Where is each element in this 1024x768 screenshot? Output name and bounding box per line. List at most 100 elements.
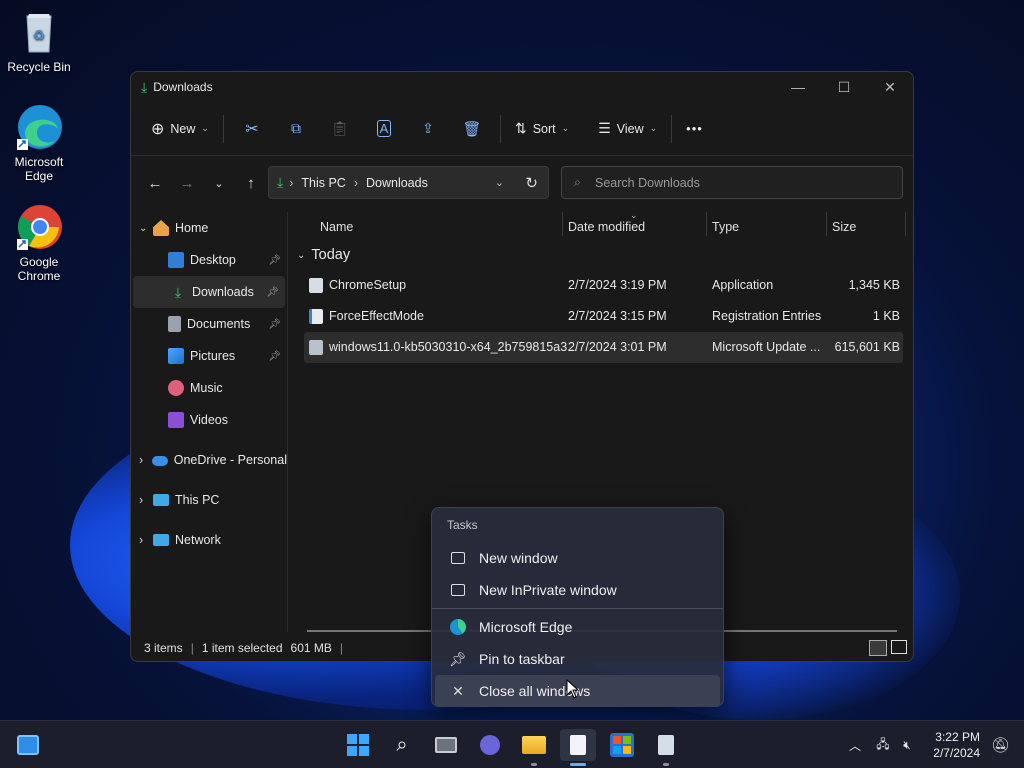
sidebar-item-home[interactable]: ⌄ Home — [131, 212, 287, 244]
sidebar-item-desktop[interactable]: Desktop 📌︎ — [131, 244, 287, 276]
file-row-selected[interactable]: windows11.0-kb5030310-x64_2b759815a3... … — [304, 332, 903, 363]
maximize-button[interactable]: ☐ — [821, 72, 867, 102]
show-hidden-icons-button[interactable]: ︿ — [844, 737, 866, 754]
document-icon — [570, 735, 586, 755]
address-dropdown-button[interactable]: ⌄ — [495, 176, 504, 189]
column-header-type[interactable]: Type — [712, 220, 739, 234]
chat-icon — [480, 735, 500, 755]
cut-button[interactable]: ✂ — [230, 113, 274, 145]
rename-button[interactable]: A — [362, 113, 406, 145]
delete-button[interactable]: 🗑︎ — [450, 113, 494, 145]
details-view-button[interactable] — [869, 640, 887, 656]
jump-list-new-window[interactable]: New window — [435, 542, 720, 574]
arrow-right-icon: → — [179, 174, 195, 192]
task-view-button[interactable] — [428, 729, 464, 761]
desktop-folder-icon — [168, 252, 184, 268]
scissors-icon: ✂ — [245, 120, 259, 138]
chevron-down-icon: ⌄ — [139, 222, 148, 234]
new-button[interactable]: ⊕ New ⌄ — [143, 113, 217, 145]
address-bar[interactable]: ⤓ › This PC › Downloads ⌄ ↻ — [268, 166, 549, 199]
sidebar-item-onedrive[interactable]: › OneDrive - Personal — [131, 444, 287, 476]
column-header-date[interactable]: Date modified — [568, 220, 645, 234]
sidebar-item-videos[interactable]: Videos — [131, 404, 287, 436]
view-label: View — [616, 121, 644, 136]
toolbar-separator — [671, 114, 673, 143]
notepad-button[interactable] — [560, 729, 596, 766]
group-header-today[interactable]: ⌄ Today — [291, 242, 913, 268]
recent-locations-button[interactable]: ⌄ — [203, 167, 235, 199]
pin-icon: 📌︎ — [268, 350, 281, 362]
search-icon: ⌕ — [574, 175, 582, 189]
chevron-down-icon: ⌄ — [214, 177, 224, 190]
sidebar-item-downloads[interactable]: ⤓ Downloads 📌︎ — [133, 276, 285, 308]
music-icon — [168, 380, 184, 396]
status-selected: 1 item selected — [201, 641, 283, 655]
sidebar-item-music[interactable]: Music — [131, 372, 287, 404]
column-separator[interactable] — [826, 212, 827, 236]
view-button[interactable]: ☰ View ⌄ — [590, 113, 665, 145]
widgets-button[interactable] — [10, 729, 46, 761]
up-button[interactable]: ↑ — [235, 167, 267, 199]
sidebar-item-pictures[interactable]: Pictures 📌︎ — [131, 340, 287, 372]
title-bar[interactable]: ⤓ Downloads — ☐ ✕ — [131, 72, 913, 102]
network-icon[interactable]: 🖧︎ — [870, 735, 896, 756]
refresh-button[interactable]: ↻ — [525, 174, 538, 192]
column-separator[interactable] — [562, 212, 563, 236]
search-box[interactable]: ⌕ Search Downloads — [561, 166, 903, 199]
column-separator[interactable] — [706, 212, 707, 236]
active-indicator — [570, 763, 586, 766]
column-header-name[interactable]: Name — [320, 220, 353, 234]
file-row[interactable]: ChromeSetup 2/7/2024 3:19 PM Application… — [291, 270, 913, 301]
microsoft-store-button[interactable] — [604, 729, 640, 761]
file-name: ForceEffectMode — [329, 309, 424, 323]
sidebar-item-label: Pictures — [190, 349, 236, 363]
close-button[interactable]: ✕ — [867, 72, 913, 102]
file-name: ChromeSetup — [329, 278, 407, 292]
chevron-down-icon: ⌄ — [201, 123, 209, 133]
forward-button[interactable]: → — [171, 167, 203, 199]
notifications-button[interactable]: 🔕︎ — [991, 721, 1010, 768]
breadcrumb-this-pc[interactable]: This PC — [301, 176, 345, 190]
search-button[interactable]: ⌕ — [384, 729, 420, 761]
sidebar-item-documents[interactable]: Documents 📌︎ — [131, 308, 287, 340]
jump-list-new-inprivate-window[interactable]: New InPrivate window — [435, 574, 720, 606]
minimize-button[interactable]: — — [775, 72, 821, 102]
start-button[interactable] — [340, 729, 376, 761]
teams-chat-button[interactable] — [472, 729, 508, 761]
jump-list-label: New window — [479, 550, 558, 566]
sidebar-item-this-pc[interactable]: › This PC — [131, 484, 287, 516]
breadcrumb-downloads[interactable]: Downloads — [366, 176, 428, 190]
copy-button[interactable]: ⧉ — [274, 113, 318, 145]
search-icon: ⌕ — [396, 733, 408, 756]
jump-list-open-edge[interactable]: Microsoft Edge — [435, 611, 720, 643]
file-row[interactable]: ForceEffectMode 2/7/2024 3:15 PM Registr… — [291, 301, 913, 332]
sidebar-item-network[interactable]: › Network — [131, 524, 287, 556]
registry-file-icon — [309, 309, 323, 324]
share-button[interactable]: ⇪ — [406, 113, 450, 145]
desktop-icon-recycle-bin[interactable]: ♻ Recycle Bin — [1, 8, 77, 74]
more-options-button[interactable]: ••• — [678, 113, 711, 145]
desktop-icon-chrome[interactable]: Google Chrome — [1, 203, 77, 283]
file-size: 1 KB — [872, 309, 900, 323]
download-icon: ⤓ — [174, 284, 182, 300]
status-separator: | — [339, 641, 344, 655]
jump-list-label: Pin to taskbar — [479, 651, 565, 667]
chevron-right-icon: › — [139, 533, 144, 547]
tiles-view-button[interactable] — [891, 640, 907, 654]
computer-icon — [153, 494, 169, 506]
back-button[interactable]: ← — [139, 167, 171, 199]
column-separator[interactable] — [905, 212, 906, 236]
paste-button[interactable]: 📋︎ — [318, 113, 362, 145]
clock-time: 3:22 PM — [935, 730, 980, 744]
sidebar-item-label: Network — [175, 533, 221, 547]
file-explorer-button[interactable] — [516, 729, 552, 766]
window-icon — [449, 549, 467, 567]
sort-button[interactable]: ⇅ Sort ⌄ — [507, 113, 577, 145]
jump-list-pin-to-taskbar[interactable]: 📌︎ Pin to taskbar — [435, 643, 720, 675]
clock[interactable]: 3:22 PM 2/7/2024 — [933, 729, 980, 761]
volume-muted-icon[interactable]: 🔇︎ — [896, 738, 918, 753]
file-date: 2/7/2024 3:01 PM — [568, 340, 667, 354]
recycle-bin-taskbar-button[interactable] — [648, 729, 684, 766]
desktop-icon-edge[interactable]: Microsoft Edge — [1, 103, 77, 183]
column-header-size[interactable]: Size — [832, 220, 856, 234]
